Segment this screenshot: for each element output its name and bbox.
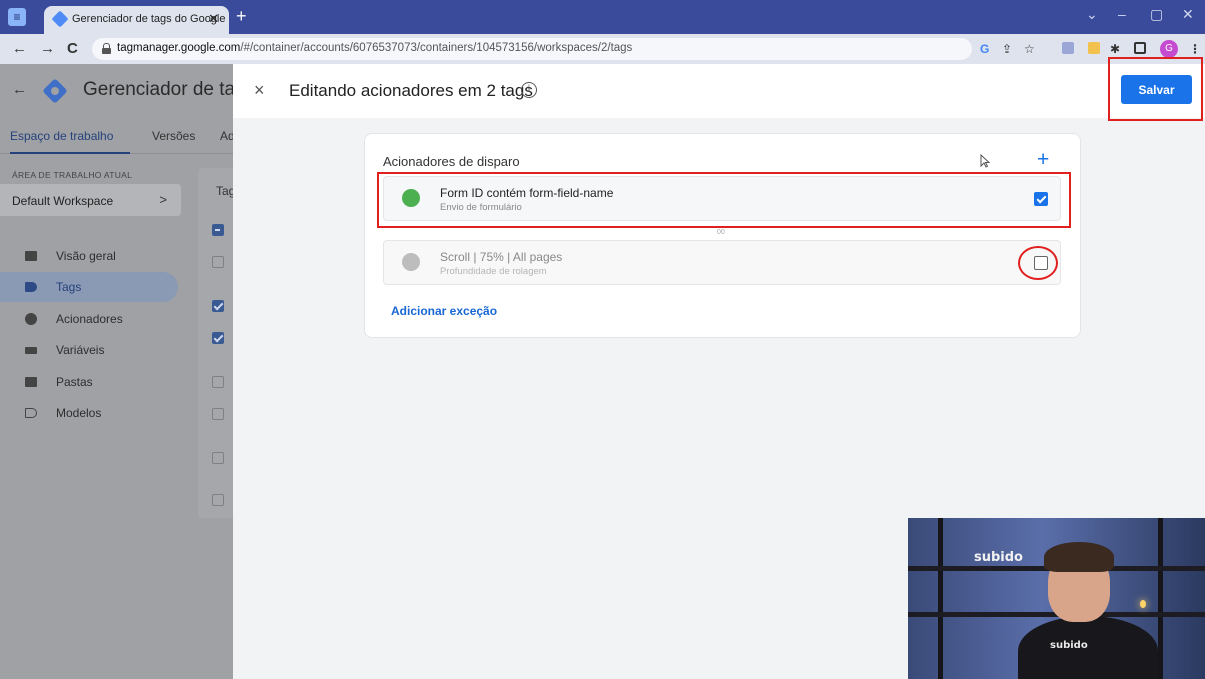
extensions-puzzle-icon[interactable]: ✱: [1110, 42, 1120, 56]
sidebar-item-label: Modelos: [56, 406, 102, 420]
window-maximize-button[interactable]: ▢: [1150, 6, 1163, 23]
browser-menu-icon[interactable]: ⋮: [1189, 42, 1201, 56]
sidebar-item-label: Variáveis: [56, 343, 105, 357]
firing-triggers-heading: Acionadores de disparo: [383, 154, 520, 169]
extension-icon[interactable]: [1062, 42, 1074, 54]
candle-light: [1140, 600, 1146, 608]
window-close-button[interactable]: ✕: [1182, 6, 1194, 23]
trigger-type: Profundidade de rolagem: [440, 266, 547, 277]
tab-workspace[interactable]: Espaço de trabalho: [10, 129, 113, 143]
lock-icon[interactable]: [102, 43, 111, 54]
gtm-logo-icon: [42, 78, 68, 104]
separator-mark: 00: [717, 229, 725, 236]
trigger-row[interactable]: Scroll | 75% | All pages Profundidade de…: [383, 240, 1061, 285]
shirt-logo: subido: [1050, 640, 1088, 651]
back-button[interactable]: ←: [12, 40, 27, 57]
browser-toolbar: ← → C tagmanager.google.com/#/container/…: [0, 34, 1205, 64]
sidebar-item-templates[interactable]: Modelos: [0, 398, 178, 428]
share-icon[interactable]: ⇪: [1002, 42, 1012, 56]
tab-list-chevron-icon[interactable]: ⌄: [1086, 6, 1098, 23]
gtm-sidebar: ← Gerenciador de tags Espaço de trabalho…: [0, 64, 233, 679]
workspace-name: Default Workspace: [12, 194, 114, 208]
add-exception-link[interactable]: Adicionar exceção: [391, 304, 497, 318]
scroll-depth-trigger-icon: [402, 253, 420, 271]
sidebar-item-label: Visão geral: [56, 249, 116, 263]
edit-panel-header: × Editando acionadores em 2 tags i Salva…: [233, 57, 1205, 121]
gtm-favicon-icon: [51, 10, 69, 28]
folder-icon: [25, 251, 37, 261]
firing-triggers-card: Acionadores de disparo + Form ID contém …: [364, 133, 1081, 338]
webcam-brand-sign: subido: [974, 550, 1023, 565]
gtm-app-title: Gerenciador de tags: [83, 79, 233, 100]
sidebar-item-tags[interactable]: Tags: [0, 272, 178, 302]
shelf-post: [1158, 518, 1163, 679]
row-checkbox[interactable]: [212, 332, 224, 344]
tab-admin[interactable]: Ad: [220, 129, 233, 143]
url-text: tagmanager.google.com/#/container/accoun…: [117, 42, 633, 54]
row-checkbox[interactable]: [212, 452, 224, 464]
workspace-selector[interactable]: Default Workspace >: [0, 184, 181, 216]
tab-close-icon[interactable]: ✕: [208, 11, 219, 27]
trigger-icon: [25, 313, 37, 325]
sidebar-item-folders[interactable]: Pastas: [0, 367, 178, 397]
folder-icon: [25, 377, 37, 387]
row-checkbox[interactable]: [212, 494, 224, 506]
active-tab-underline: [10, 152, 130, 154]
profile-avatar[interactable]: G: [1160, 40, 1178, 58]
sidebar-item-overview[interactable]: Visão geral: [0, 241, 178, 271]
variables-icon: [25, 347, 37, 354]
gtm-header: ← Gerenciador de tags: [0, 64, 233, 118]
tag-icon: [25, 282, 37, 292]
mouse-cursor-icon: [980, 154, 990, 168]
shelf-post: [938, 518, 943, 679]
window-minimize-button[interactable]: –: [1118, 6, 1126, 22]
close-icon[interactable]: ×: [254, 80, 265, 101]
sidebar-item-label: Pastas: [56, 375, 93, 389]
checkbox-highlight-circle: [1018, 246, 1058, 280]
reload-button[interactable]: C: [67, 40, 78, 57]
tab-title: Gerenciador de tags do Google: [72, 13, 226, 25]
template-icon: [25, 408, 37, 418]
tab-search-icon[interactable]: ≡: [8, 8, 26, 26]
person-hair: [1044, 542, 1114, 572]
gtm-back-arrow-icon[interactable]: ←: [12, 81, 27, 98]
tags-list-card: Tag: [198, 168, 233, 518]
trigger-name: Scroll | 75% | All pages: [440, 250, 563, 264]
row-checkbox[interactable]: [212, 256, 224, 268]
webcam-overlay: subido subido: [908, 518, 1205, 679]
extension-icon[interactable]: [1088, 42, 1100, 54]
sidebar-item-triggers[interactable]: Acionadores: [0, 304, 178, 334]
sidebar-item-label: Acionadores: [56, 312, 123, 326]
chevron-right-icon: >: [159, 192, 167, 207]
sidebar-item-label: Tags: [56, 280, 82, 294]
side-panel-icon[interactable]: [1134, 42, 1146, 54]
browser-tab[interactable]: Gerenciador de tags do Google ✕: [44, 6, 229, 34]
workspace-tabs: Espaço de trabalho Versões Ad: [0, 118, 233, 154]
google-lens-icon[interactable]: G: [980, 42, 989, 56]
add-trigger-button[interactable]: +: [1037, 148, 1049, 172]
address-bar[interactable]: tagmanager.google.com/#/container/accoun…: [92, 38, 972, 60]
person-body: [1018, 616, 1158, 679]
row-checkbox[interactable]: [212, 300, 224, 312]
sidebar-item-variables[interactable]: Variáveis: [0, 335, 178, 365]
current-workspace-label: ÁREA DE TRABALHO ATUAL: [12, 170, 133, 180]
browser-tab-strip: ≡ Gerenciador de tags do Google ✕ + ⌄ – …: [0, 0, 1205, 34]
tags-card-title: Tag: [216, 184, 233, 198]
new-tab-button[interactable]: +: [236, 6, 247, 27]
edit-panel-title: Editando acionadores em 2 tags: [289, 81, 533, 100]
forward-button[interactable]: →: [40, 40, 55, 57]
save-button[interactable]: Salvar: [1121, 75, 1192, 104]
trigger-row-highlight: [377, 172, 1071, 228]
info-icon[interactable]: i: [521, 82, 537, 98]
row-checkbox[interactable]: [212, 376, 224, 388]
bookmark-star-icon[interactable]: ☆: [1024, 42, 1035, 56]
tab-versions[interactable]: Versões: [152, 129, 195, 143]
select-all-checkbox[interactable]: [212, 224, 224, 236]
row-checkbox[interactable]: [212, 408, 224, 420]
